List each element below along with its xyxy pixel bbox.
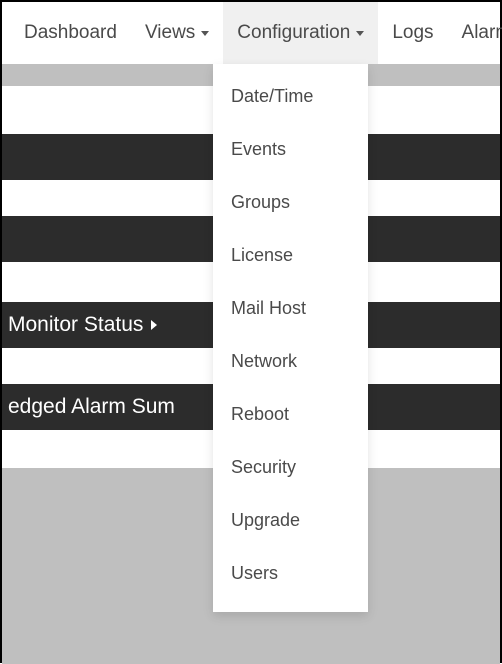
menu-item-label: Users [231,563,278,583]
menu-item-mail-host[interactable]: Mail Host [213,282,368,335]
caret-down-icon [356,31,364,36]
menu-item-label: Reboot [231,404,289,424]
nav-logs-label: Logs [392,22,433,44]
nav-views-label: Views [145,22,195,44]
nav-dashboard-label: Dashboard [24,22,117,44]
menu-item-label: Security [231,457,296,477]
menu-item-license[interactable]: License [213,229,368,282]
menu-item-label: Groups [231,192,290,212]
nav-alarms[interactable]: Alarms [448,2,502,64]
section-alarm-summary-label: edged Alarm Sum [8,395,175,419]
navbar: Dashboard Views Configuration Logs Alarm… [2,2,500,64]
menu-item-label: License [231,245,293,265]
menu-item-network[interactable]: Network [213,335,368,388]
nav-dashboard[interactable]: Dashboard [10,2,131,64]
nav-logs[interactable]: Logs [378,2,447,64]
menu-item-label: Events [231,139,286,159]
nav-configuration[interactable]: Configuration [223,2,378,64]
menu-item-events[interactable]: Events [213,123,368,176]
menu-item-security[interactable]: Security [213,441,368,494]
menu-item-groups[interactable]: Groups [213,176,368,229]
nav-alarms-label: Alarms [462,22,502,44]
nav-configuration-label: Configuration [237,22,350,44]
configuration-dropdown: Date/Time Events Groups License Mail Hos… [213,64,368,612]
menu-item-upgrade[interactable]: Upgrade [213,494,368,547]
menu-item-label: Mail Host [231,298,306,318]
menu-item-label: Date/Time [231,86,313,106]
menu-item-users[interactable]: Users [213,547,368,600]
menu-item-date-time[interactable]: Date/Time [213,70,368,123]
nav-views[interactable]: Views [131,2,223,64]
chevron-right-icon [151,320,157,330]
section-monitor-status-label: Monitor Status [8,313,143,337]
menu-item-label: Network [231,351,297,371]
menu-item-label: Upgrade [231,510,300,530]
menu-item-reboot[interactable]: Reboot [213,388,368,441]
caret-down-icon [201,31,209,36]
